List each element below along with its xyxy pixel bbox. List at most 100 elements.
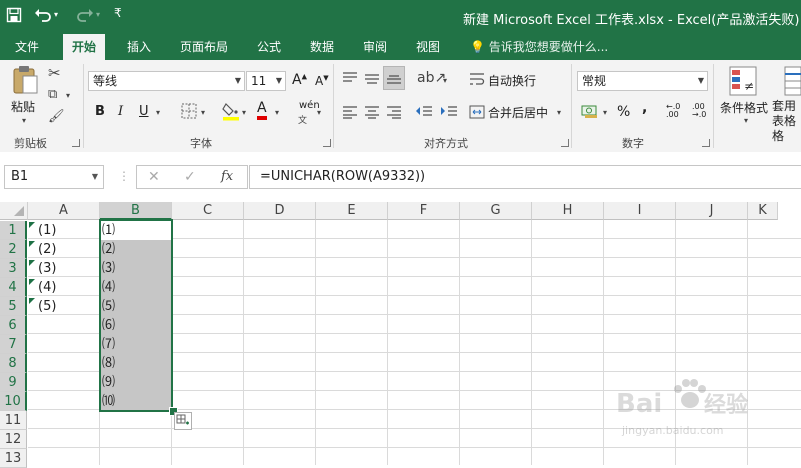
wrap-text-icon[interactable]	[469, 72, 485, 89]
row-header-2[interactable]: 2	[0, 240, 27, 259]
cell-b6[interactable]: ⑹	[102, 316, 115, 335]
column-header-h[interactable]: H	[532, 202, 604, 220]
row-header-13[interactable]: 13	[0, 449, 27, 468]
accounting-format-icon[interactable]	[581, 103, 599, 122]
cell-b2[interactable]: ⑵	[102, 240, 115, 259]
insert-function-icon[interactable]: fx	[221, 169, 233, 184]
redo-icon[interactable]	[76, 7, 94, 27]
row-header-8[interactable]: 8	[0, 354, 27, 373]
percent-button[interactable]: %	[617, 104, 630, 120]
tab-insert[interactable]: 插入	[127, 38, 151, 55]
undo-dropdown-icon[interactable]: ▾	[54, 10, 58, 19]
row-header-5[interactable]: 5	[0, 297, 27, 316]
align-bottom-icon[interactable]	[383, 66, 405, 90]
row-header-7[interactable]: 7	[0, 335, 27, 354]
wrap-text-button[interactable]: 自动换行	[488, 72, 536, 89]
accounting-dropdown-icon[interactable]: ▾	[603, 108, 607, 117]
enter-icon[interactable]: ✓	[184, 169, 196, 185]
tab-review[interactable]: 审阅	[363, 38, 387, 55]
orientation-icon[interactable]: ab↗	[417, 70, 446, 86]
italic-button[interactable]: I	[118, 104, 123, 119]
borders-dropdown-icon[interactable]: ▾	[201, 108, 205, 117]
tell-me-box[interactable]: 💡 告诉我您想要做什么...	[470, 38, 608, 55]
row-header-11[interactable]: 11	[0, 411, 27, 430]
cell-b1[interactable]: ⑴	[102, 221, 115, 240]
orientation-dropdown-icon[interactable]: ▾	[443, 76, 447, 85]
cancel-icon[interactable]: ✕	[148, 169, 160, 185]
font-color-button[interactable]: A	[257, 101, 267, 120]
decrease-decimal-button[interactable]: .00 →.0	[692, 103, 714, 119]
align-right-icon[interactable]	[386, 105, 402, 122]
decrease-indent-icon[interactable]	[415, 105, 433, 122]
borders-icon[interactable]	[181, 103, 197, 122]
name-box[interactable]: B1 ▼	[4, 165, 104, 189]
merge-center-button[interactable]: 合并后居中	[488, 104, 548, 121]
clipboard-launcher-icon[interactable]	[72, 139, 80, 147]
undo-icon[interactable]	[34, 7, 52, 27]
comma-button[interactable]: ,	[642, 100, 647, 116]
format-as-table-icon[interactable]	[784, 66, 801, 99]
cell-a1[interactable]: (1)	[38, 221, 56, 240]
column-header-i[interactable]: I	[604, 202, 676, 220]
format-as-table-button[interactable]: 套用 表格格	[772, 99, 801, 144]
conditional-format-dropdown-icon[interactable]: ▾	[744, 116, 748, 125]
tab-formulas[interactable]: 公式	[257, 38, 281, 55]
column-header-d[interactable]: D	[244, 202, 316, 220]
phonetic-dropdown-icon[interactable]: ▾	[317, 108, 321, 117]
column-header-e[interactable]: E	[316, 202, 388, 220]
fill-color-dropdown-icon[interactable]: ▾	[242, 108, 246, 117]
column-header-f[interactable]: F	[388, 202, 460, 220]
bold-button[interactable]: B	[95, 104, 105, 119]
alignment-launcher-icon[interactable]	[561, 139, 569, 147]
cell-b3[interactable]: ⑶	[102, 259, 115, 278]
column-header-k[interactable]: K	[748, 202, 778, 220]
cell-a2[interactable]: (2)	[38, 240, 56, 259]
row-header-1[interactable]: 1	[0, 221, 27, 240]
cell-b5[interactable]: ⑸	[102, 297, 115, 316]
increase-decimal-button[interactable]: ←.0 .00	[666, 103, 688, 119]
tab-view[interactable]: 视图	[416, 38, 440, 55]
merge-dropdown-icon[interactable]: ▾	[557, 108, 561, 117]
increase-indent-icon[interactable]	[440, 105, 458, 122]
align-center-icon[interactable]	[364, 105, 380, 122]
tab-page-layout[interactable]: 页面布局	[180, 38, 228, 55]
align-left-icon[interactable]	[342, 105, 358, 122]
select-all-corner[interactable]	[0, 202, 28, 220]
paste-dropdown-icon[interactable]: ▾	[22, 116, 26, 125]
align-middle-icon[interactable]	[364, 71, 380, 88]
align-top-icon[interactable]	[342, 71, 358, 88]
customize-icon[interactable]: ₹	[114, 6, 122, 20]
cell-b8[interactable]: ⑻	[102, 354, 115, 373]
cell-b10[interactable]: ⑽	[102, 392, 115, 411]
auto-fill-options-button[interactable]	[174, 412, 192, 430]
font-name-select[interactable]: 等线 ▼	[88, 71, 245, 91]
row-header-6[interactable]: 6	[0, 316, 27, 335]
row-header-9[interactable]: 9	[0, 373, 27, 392]
formula-input[interactable]: =UNICHAR(ROW(A9332))	[249, 165, 801, 189]
save-icon[interactable]	[6, 7, 22, 27]
underline-dropdown-icon[interactable]: ▾	[156, 108, 160, 117]
conditional-format-icon[interactable]: ≠	[729, 66, 757, 99]
copy-dropdown-icon[interactable]: ▾	[66, 91, 70, 100]
cut-icon[interactable]: ✂	[48, 64, 61, 82]
merge-center-icon[interactable]	[469, 105, 485, 122]
tab-file[interactable]: 文件	[15, 38, 39, 55]
cell-b9[interactable]: ⑼	[102, 373, 115, 392]
cell-a5[interactable]: (5)	[38, 297, 56, 316]
cell-b7[interactable]: ⑺	[102, 335, 115, 354]
row-header-10[interactable]: 10	[0, 392, 27, 411]
grow-font-button[interactable]: A▲	[292, 72, 307, 88]
column-header-b[interactable]: B	[100, 202, 172, 220]
column-header-a[interactable]: A	[28, 202, 100, 220]
cell-a3[interactable]: (3)	[38, 259, 56, 278]
cell-a4[interactable]: (4)	[38, 278, 56, 297]
paste-icon[interactable]	[11, 65, 39, 98]
row-header-4[interactable]: 4	[0, 278, 27, 297]
copy-icon[interactable]: ⧉	[48, 87, 57, 102]
fill-color-icon[interactable]	[222, 101, 240, 124]
worksheet-grid[interactable]: ABCDEFGHIJK 1 2 3 4 5 6 7 8 9 10 11 12 13 (1) (2) (3)(…	[0, 202, 801, 468]
paste-button[interactable]: 粘贴	[11, 98, 35, 115]
column-header-c[interactable]: C	[172, 202, 244, 220]
column-header-g[interactable]: G	[460, 202, 532, 220]
shrink-font-button[interactable]: A▼	[315, 74, 329, 88]
